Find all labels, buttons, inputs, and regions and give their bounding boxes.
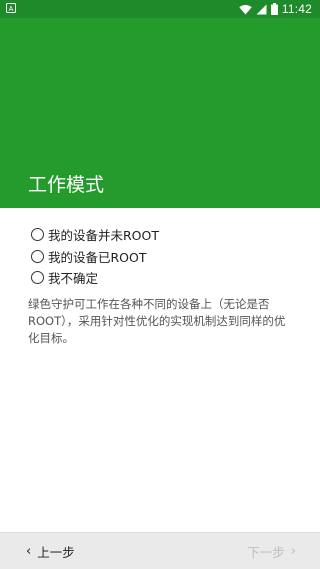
option-label: 我不确定 — [48, 270, 99, 286]
bottom-nav-bar: ‹ 上一步 下一步 › — [0, 532, 320, 569]
option-rooted[interactable]: 我的设备已ROOT — [31, 246, 147, 266]
option-not-rooted[interactable]: 我的设备并未ROOT — [31, 224, 159, 244]
radio-button[interactable] — [31, 227, 44, 241]
content-area: 我的设备并未ROOT 我的设备已ROOT 我不确定 绿色守护可工作在各种不同的设… — [0, 208, 320, 532]
option-label: 我的设备已ROOT — [48, 249, 147, 265]
status-bar: A 11:42 — [0, 0, 320, 18]
previous-button-label: 上一步 — [37, 544, 75, 560]
previous-button[interactable]: ‹ 上一步 — [26, 533, 75, 569]
status-icons: 11:42 — [239, 2, 312, 16]
svg-text:A: A — [9, 6, 14, 13]
notification-a-icon: A — [6, 3, 16, 13]
header: 工作模式 — [0, 18, 320, 208]
chevron-left-icon: ‹ — [26, 543, 32, 559]
option-label: 我的设备并未ROOT — [48, 227, 159, 243]
page-title: 工作模式 — [28, 174, 105, 196]
chevron-right-icon: › — [290, 543, 296, 559]
next-button[interactable]: 下一步 › — [247, 533, 296, 569]
battery-icon — [270, 3, 278, 15]
screen: A 11:42 工作模式 我的设备并未ROOT 我的设备已ROOT 我不确定 绿… — [0, 0, 320, 569]
signal-icon — [256, 4, 267, 14]
radio-button[interactable] — [31, 249, 44, 263]
status-time: 11:42 — [281, 2, 312, 16]
next-button-label: 下一步 — [247, 544, 285, 560]
option-not-sure[interactable]: 我不确定 — [31, 267, 98, 287]
wifi-icon — [239, 4, 252, 14]
radio-button[interactable] — [31, 270, 44, 284]
description-text: 绿色守护可工作在各种不同的设备上（无论是否ROOT），采用针对性优化的实现机制达… — [28, 297, 286, 345]
